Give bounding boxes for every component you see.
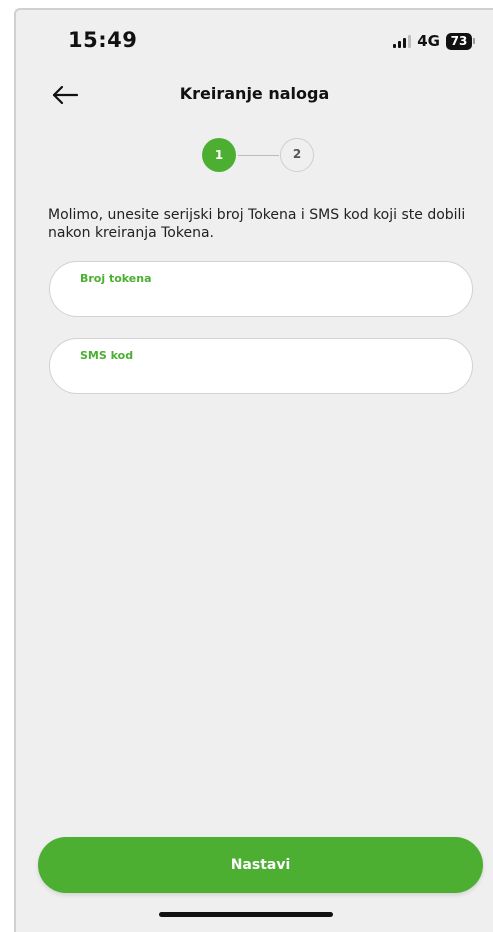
network-type: 4G xyxy=(417,32,440,50)
sms-code-input[interactable] xyxy=(80,365,444,387)
sms-code-field[interactable]: SMS kod xyxy=(49,338,473,394)
page-title: Kreiranje naloga xyxy=(179,84,330,103)
home-indicator xyxy=(159,912,333,917)
token-number-label: Broj tokena xyxy=(80,272,152,285)
token-number-field[interactable]: Broj tokena xyxy=(49,261,473,317)
battery-icon: 73 xyxy=(446,32,475,50)
continue-button[interactable]: Nastavi xyxy=(38,837,483,893)
step-2-inactive: 2 xyxy=(280,138,314,172)
screen: 15:49 4G 73 Kreiranje naloga 1 2 Molimo,… xyxy=(0,0,493,932)
sms-code-label: SMS kod xyxy=(80,349,134,362)
app-screen: 15:49 4G 73 Kreiranje naloga 1 2 Molimo,… xyxy=(14,8,493,932)
step-indicator: 1 2 xyxy=(202,136,320,172)
battery-level: 73 xyxy=(446,32,472,50)
status-indicators: 4G 73 xyxy=(393,32,475,50)
step-1-active: 1 xyxy=(202,138,236,172)
status-time: 15:49 xyxy=(68,28,138,52)
step-connector xyxy=(238,155,279,156)
signal-icon xyxy=(393,34,412,48)
header: Kreiranje naloga xyxy=(16,76,493,116)
instructions-text: Molimo, unesite serijski broj Tokena i S… xyxy=(48,207,466,241)
token-number-input[interactable] xyxy=(80,288,444,310)
status-bar: 15:49 4G 73 xyxy=(16,10,493,70)
